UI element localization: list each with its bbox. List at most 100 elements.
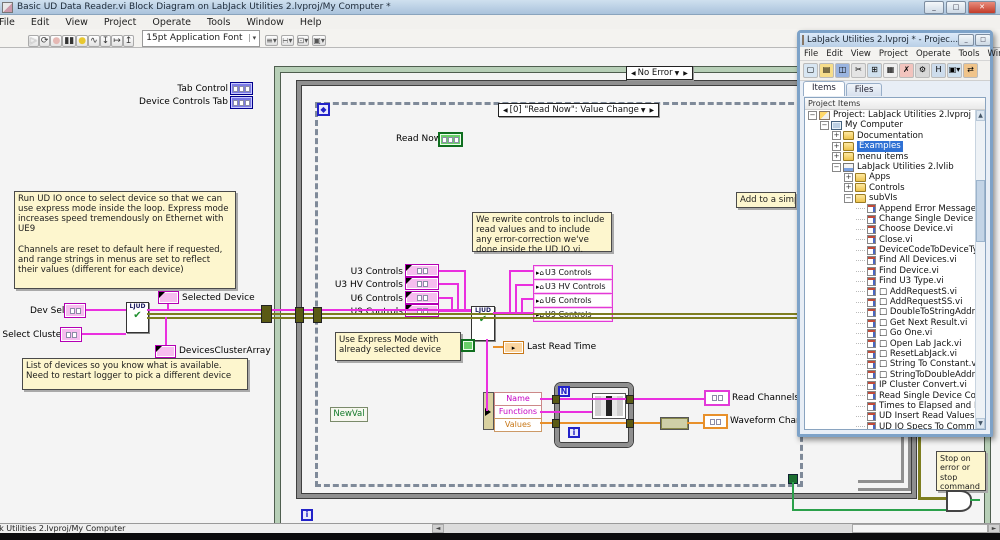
tree-item[interactable]: Choose Device.vi [805,224,976,234]
tree-item[interactable]: Find All Devices.vi [805,255,976,265]
close-button[interactable]: ✕ [968,1,996,14]
tree-item[interactable]: □ ResetLabJack.vi [805,349,976,359]
cut-icon[interactable]: ✂ [851,63,866,78]
loop-iteration-terminal[interactable]: i [301,509,313,521]
device-controls-tab-terminal[interactable] [230,96,253,109]
menu-file[interactable]: File [800,49,822,59]
step-into-icon[interactable]: ↧ [100,35,112,47]
u6-controls-local[interactable] [405,291,439,304]
tree-item[interactable]: □ DoubleToStringAddress.vi [805,307,976,317]
last-read-time-local[interactable]: ▸ [503,341,524,354]
menu-window[interactable]: Window [984,49,1000,59]
step-out-icon[interactable]: ↥ [123,35,135,47]
maximize-button[interactable]: □ [975,34,990,46]
event-timeout-terminal[interactable]: ◆ [317,103,330,116]
comment-rewrite[interactable]: We rewrite controls to include read valu… [472,212,612,252]
tree-item[interactable]: −LabJack Utilities 2.lvlib [805,162,976,172]
menu-edit[interactable]: Edit [822,49,846,59]
distribute-objects-combo[interactable]: ∺▾ [281,35,294,46]
explorer-dropdown-icon[interactable]: ▣▾ [947,63,962,78]
tree-scrollbar[interactable]: ▲ ▼ [975,110,985,429]
resolve-conflicts-icon[interactable]: H [931,63,946,78]
tree-item[interactable]: Close.vi [805,235,976,245]
menu-project[interactable]: Project [96,17,145,28]
expand-plus-icon[interactable]: + [832,142,841,151]
boolean-constant[interactable] [461,339,475,352]
save-icon[interactable]: ◫ [835,63,850,78]
unbundle-by-name-node[interactable]: Name Functions Values [483,392,540,430]
tree-item[interactable]: Read Single Device Configuratio [805,391,976,401]
comment-list-devices[interactable]: List of devices so you know what is avai… [22,358,248,390]
comment-run-ud[interactable]: Run UD IO once to select device so that … [14,191,236,289]
tree-item[interactable]: Find Device.vi [805,266,976,276]
tab-items[interactable]: Items [803,81,845,96]
event-dropdown-icon[interactable]: ▼ [639,107,648,114]
event-selector[interactable]: ◀ [0] "Read Now": Value Change ▼ ▶ [498,103,659,117]
delete-icon[interactable]: ✗ [899,63,914,78]
tree-item[interactable]: □ String To Constant.vi [805,359,976,369]
tree-item[interactable]: Find U3 Type.vi [805,276,976,286]
copy-icon[interactable]: ⊞ [867,63,882,78]
tree-item[interactable]: IP Cluster Convert.vi [805,380,976,390]
event-prev-icon[interactable]: ◀ [501,107,510,114]
run-icon[interactable]: ▷ [28,35,39,47]
scroll-down-icon[interactable]: ▼ [976,418,985,429]
comment-add-simple[interactable]: Add to a simple [736,192,796,208]
pause-icon[interactable]: ▮▮ [62,35,76,47]
u6-controls-write-local[interactable]: ▸⌂U6 Controls [533,293,613,308]
tree-item[interactable]: Change Single Device Address.vi [805,214,976,224]
expand-minus-icon[interactable]: − [808,111,817,120]
ud-select-cluster-terminal[interactable] [60,327,82,342]
tree-item[interactable]: UD Insert Read Values.vi [805,411,976,421]
abort-icon[interactable]: ● [50,35,62,47]
run-continuous-icon[interactable]: ⟳ [39,35,51,47]
for-loop-iteration-terminal[interactable]: i [568,427,580,438]
u3-hv-controls-write-local[interactable]: ▸⌂U3 HV Controls [533,279,613,294]
newval-event-data-node[interactable]: NewVal [330,407,368,422]
bundle-node[interactable] [592,393,626,419]
tree-item[interactable]: □ AddRequestS.vi [805,287,976,297]
highlight-execution-icon[interactable]: ● [76,35,88,47]
tree-item[interactable]: +Documentation [805,131,976,141]
u3-hv-controls-local[interactable] [405,277,439,290]
tree-item[interactable]: +Controls [805,183,976,193]
tree-item[interactable]: □ Open Lab Jack.vi [805,339,976,349]
ljud-subvi-node[interactable]: LJUD ✔ [126,302,149,333]
tree-item[interactable]: +Apps [805,172,976,182]
expand-plus-icon[interactable]: + [832,131,841,140]
tree-item[interactable]: −subVIs [805,193,976,203]
resize-objects-combo[interactable]: ⊡▾ [297,35,310,46]
scroll-right-icon[interactable]: ► [988,524,1000,533]
or-gate-node[interactable] [946,490,972,512]
expand-plus-icon[interactable]: + [844,173,853,182]
menu-edit[interactable]: Edit [23,17,57,28]
tree-item[interactable]: UD IO Specs To Commands.vi [805,422,976,429]
menu-tools[interactable]: Tools [199,17,238,28]
tree-item[interactable]: DeviceCodeToDeviceType.vi [805,245,976,255]
paste-icon[interactable]: ▦ [883,63,898,78]
project-titlebar[interactable]: LabJack Utilities 2.lvproj * - Projec...… [800,33,990,47]
tree-item[interactable]: −Project: LabJack Utilities 2.lvproj [805,110,976,120]
maximize-button[interactable]: □ [946,1,966,14]
u3-controls-write-local[interactable]: ▸⌂U3 Controls [533,265,613,280]
case-prev-icon[interactable]: ◀ [629,70,638,77]
read-channels-indicator[interactable] [704,390,730,406]
reorder-combo[interactable]: ▣▾ [312,35,326,46]
menu-window[interactable]: Window [238,17,291,28]
tree-item[interactable]: Append Error Message.vi [805,204,976,214]
expand-minus-icon[interactable]: − [844,194,853,203]
minimize-button[interactable]: _ [924,1,944,14]
menu-operate[interactable]: Operate [144,17,199,28]
menu-view[interactable]: View [847,49,875,59]
waveform-chart-indicator[interactable] [703,414,728,429]
font-selector[interactable]: 15pt Application Font▾ [142,30,260,47]
minimize-button[interactable]: _ [958,34,974,46]
tree-item[interactable]: +Examples [805,141,976,151]
scroll-left-icon[interactable]: ◄ [432,524,444,533]
event-next-icon[interactable]: ▶ [648,107,657,114]
comment-stop[interactable]: Stop on error or stop command [936,451,986,491]
open-icon[interactable]: ▤ [819,63,834,78]
expand-plus-icon[interactable]: + [832,152,841,161]
menu-help[interactable]: Help [292,17,330,28]
selected-device-local[interactable] [158,291,179,304]
